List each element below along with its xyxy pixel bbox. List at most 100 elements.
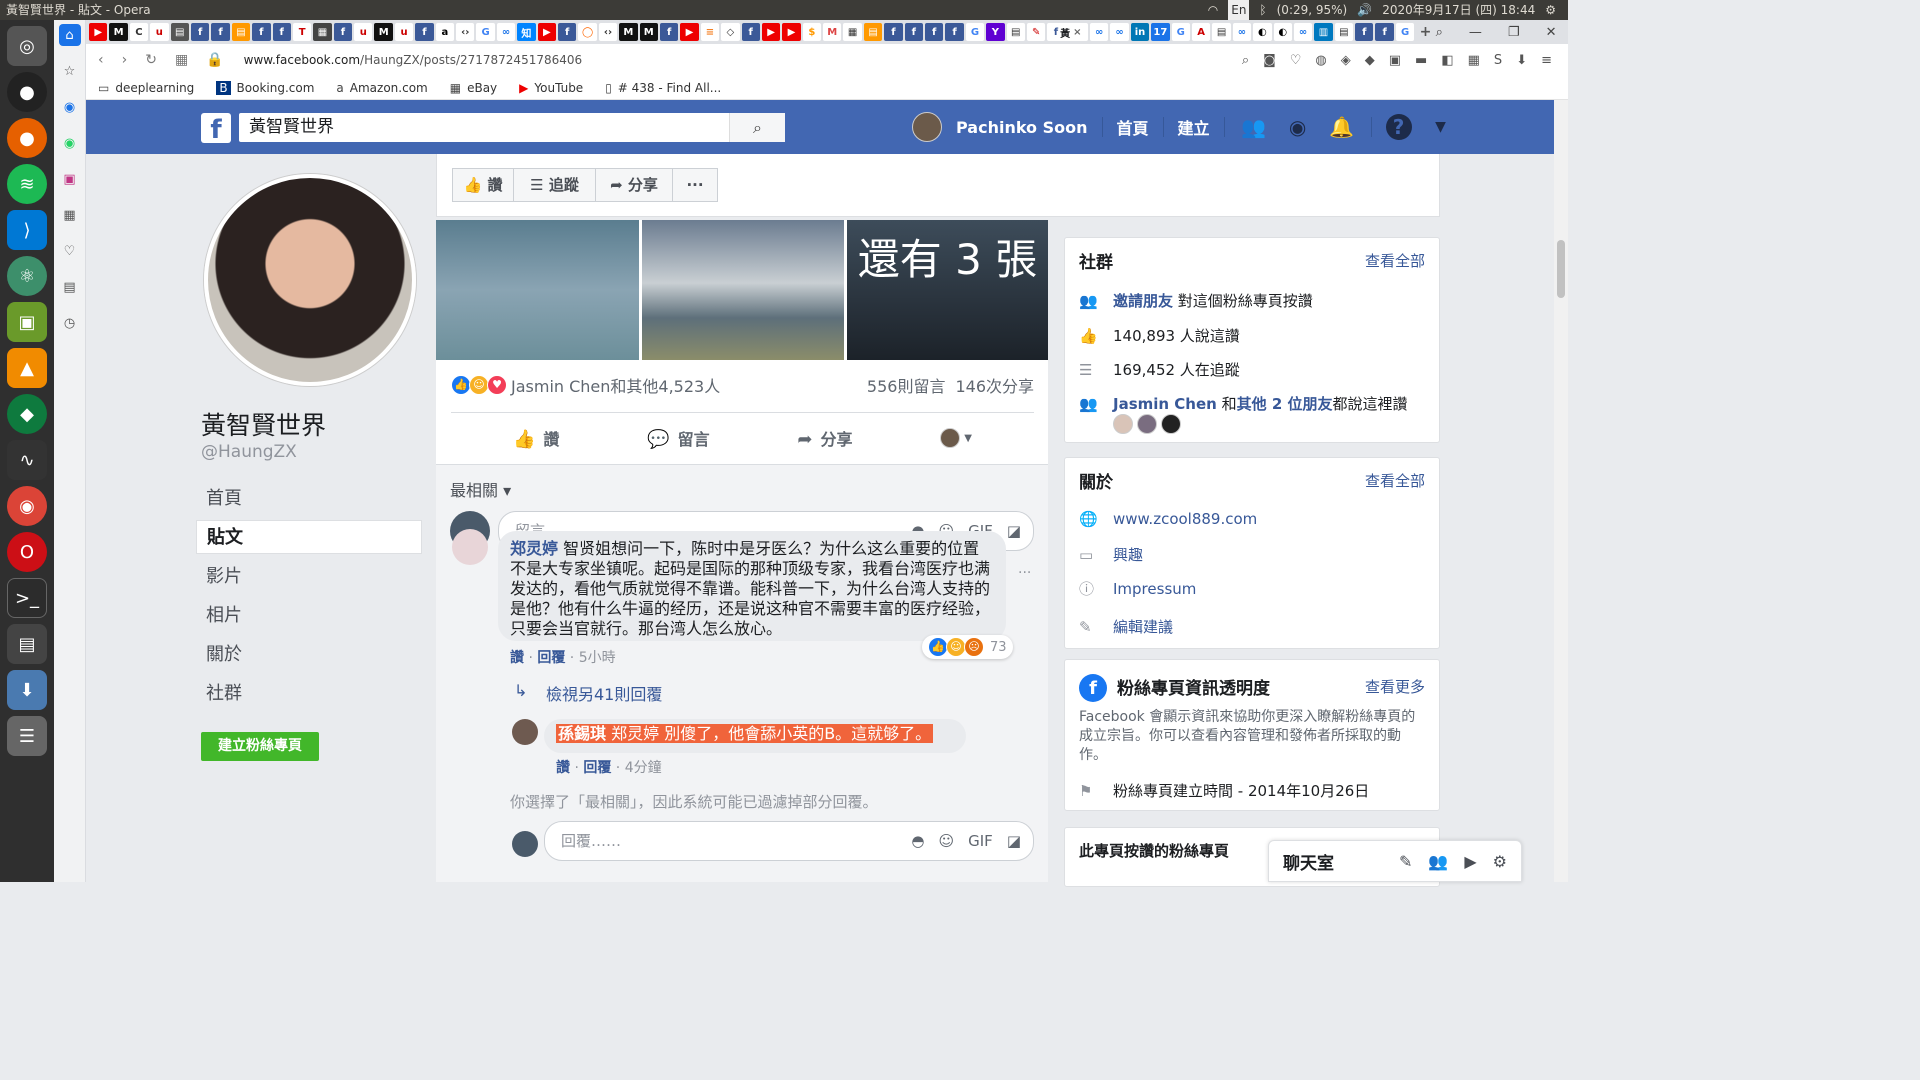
wifi-icon[interactable]: ◠ [1208,0,1218,20]
extension-3-icon[interactable]: ◆ [1365,53,1375,68]
forward-icon[interactable]: › [122,52,128,68]
files-icon[interactable]: ☰ [7,716,47,756]
tabs-grid-icon[interactable]: ▦ [175,52,188,68]
page-nav-home[interactable]: 首頁 [196,482,422,516]
transparency-see-more-link[interactable]: 查看更多 [1365,676,1425,697]
tab-u3[interactable]: u [394,23,414,41]
tab-misc-1[interactable]: ▦ [313,23,332,41]
extension-6-icon[interactable]: ◧ [1441,53,1453,68]
tab-facebook-13[interactable]: f [945,23,964,41]
tab-facebook-7[interactable]: f [557,23,577,41]
nav-home-link[interactable]: 首頁 [1117,115,1149,139]
download-icon[interactable]: ⬇ [1516,53,1527,68]
friend-avatar[interactable] [1137,414,1157,434]
new-tab-button[interactable]: + [1416,23,1434,41]
tab-doc[interactable]: ▤ [170,23,189,41]
community-see-all-link[interactable]: 查看全部 [1365,250,1425,271]
history-icon[interactable]: ◷ [59,312,81,334]
tab-doc-4[interactable]: ▤ [1334,23,1354,41]
post-share-button[interactable]: ➦ 分享 [797,426,852,450]
tab-google-4[interactable]: G [1395,23,1415,41]
reply-input[interactable]: 回覆…… ◓ ☺ GIF ◪ [544,821,1034,861]
tab-code-2[interactable]: ‹› [598,23,618,41]
reply-reply-link[interactable]: 回覆 [583,760,611,776]
ubuntu-icon[interactable]: ◎ [7,26,47,66]
post-like-button[interactable]: 👍 讚 [513,426,559,450]
nav-create-link[interactable]: 建立 [1178,115,1210,139]
video-editor-icon[interactable]: ▤ [7,624,47,664]
about-see-all-link[interactable]: 查看全部 [1365,470,1425,491]
vlc-icon[interactable]: ▲ [7,348,47,388]
impressum-link[interactable]: Impressum [1113,580,1196,598]
chat-settings-icon[interactable]: ⚙ [1493,852,1507,871]
page-profile-picture[interactable] [204,174,416,386]
page-follow-button[interactable]: ☰ 追蹤 [513,168,596,202]
comment-reply-link[interactable]: 回覆 [537,650,565,666]
create-page-button[interactable]: 建立粉絲專頁 [201,732,319,761]
search-input[interactable]: 黃智賢世界 [239,113,785,142]
tab-medium[interactable]: M [109,23,128,41]
reply-like-link[interactable]: 讚 [556,760,570,776]
zoom-search-icon[interactable]: ⌕ [1242,53,1249,68]
terminal-icon[interactable]: >_ [7,578,47,618]
tab-youtube-3[interactable]: ▶ [680,23,699,41]
power-icon[interactable]: ⚙ [1545,0,1556,20]
tab-circle[interactable]: ◯ [578,23,597,41]
tab-linkedin[interactable]: in [1130,23,1150,41]
comment-author-link[interactable]: 郑灵婷 [510,539,558,558]
whatsapp-icon[interactable]: ◉ [59,132,81,154]
reply-author-avatar[interactable] [512,719,538,745]
obs-icon[interactable]: ● [7,72,47,112]
sticker-icon[interactable]: ◪ [1007,822,1021,860]
speed-dial-icon[interactable]: ▦ [59,204,81,226]
instagram-icon[interactable]: ▣ [59,168,81,190]
extension-7-icon[interactable]: ▦ [1468,53,1480,68]
tab-google-2[interactable]: G [965,23,985,41]
tab-youtube-5[interactable]: ▶ [782,23,801,41]
help-icon[interactable]: ? [1385,114,1412,140]
tab-facebook-2[interactable]: f [211,23,230,41]
avatar-sticker-icon[interactable]: ◓ [911,822,924,860]
tab-youtube-2[interactable]: ▶ [537,23,556,41]
post-photo-1[interactable] [436,220,639,360]
atom-icon[interactable]: ⚛ [7,256,47,296]
tab-facebook-14[interactable]: f [1355,23,1374,41]
tab-t[interactable]: T [292,23,312,41]
tab-facebook-1[interactable]: f [190,23,210,41]
commenter-avatar[interactable] [452,529,488,565]
back-icon[interactable]: ‹ [98,52,104,68]
post-photo-more[interactable]: 還有 3 張 [847,220,1048,360]
opera-icon[interactable]: O [7,532,47,572]
home-icon[interactable]: ⌂ [58,24,81,46]
tab-youtube-4[interactable]: ▶ [761,23,781,41]
page-nav-photos[interactable]: 相片 [196,599,422,633]
image-viewer-icon[interactable]: ▣ [7,302,47,342]
notifications-icon[interactable]: 🔔 [1327,115,1357,139]
tab-c[interactable]: C [129,23,149,41]
user-avatar[interactable] [912,112,942,142]
tab-facebook-5[interactable]: f [333,23,353,41]
tab-link-4[interactable]: ∞ [1232,23,1252,41]
reply-time[interactable]: 4分鐘 [625,760,662,776]
current-user-avatar[interactable] [512,831,538,857]
search-button[interactable]: ⌕ [729,113,785,142]
scrollbar-thumb[interactable] [1557,240,1565,298]
keyboard-language[interactable]: En [1228,0,1250,20]
tab-misc-3[interactable]: ▦ [843,23,862,41]
tab-facebook-10[interactable]: f [884,23,903,41]
view-more-replies-link[interactable]: 檢視另41則回覆 [546,681,662,705]
post-as-selector[interactable]: ▼ [940,428,972,448]
tab-medium-3[interactable]: M [619,23,638,41]
page-name[interactable]: 黃智賢世界 [201,406,326,442]
tab-link-2[interactable]: ∞ [1090,23,1109,41]
page-scrollbar[interactable] [1554,100,1568,882]
close-tab-icon[interactable]: × [1073,27,1081,38]
extension-1-icon[interactable]: ◍ [1315,53,1326,68]
tab-misc-2[interactable]: ◇ [721,23,740,41]
video-call-icon[interactable]: ▶ [1464,852,1476,871]
tab-orange[interactable]: ▤ [231,23,251,41]
tab-stack[interactable]: ≡ [700,23,720,41]
tab-facebook-12[interactable]: f [925,23,944,41]
tab-pen[interactable]: ✎ [1026,23,1046,41]
reply-author-link[interactable]: 孫錫琪 [558,724,606,743]
